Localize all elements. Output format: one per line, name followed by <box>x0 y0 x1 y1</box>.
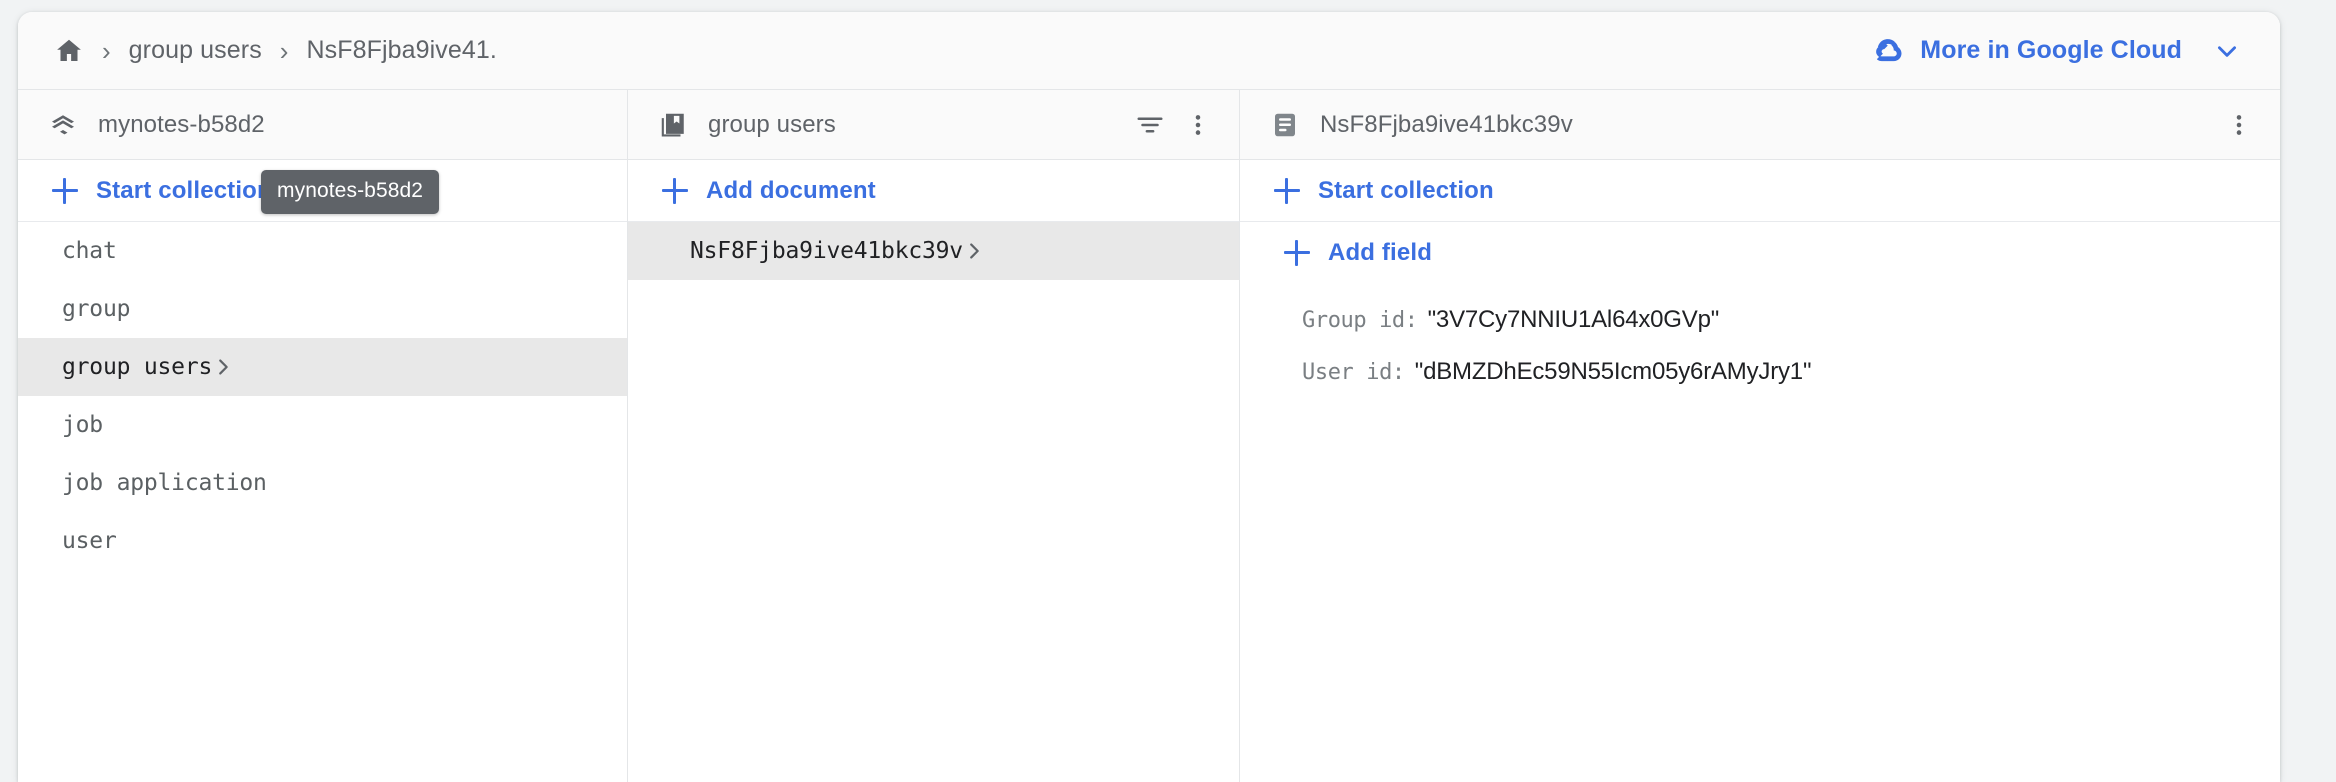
collection-name: job application <box>62 470 267 496</box>
more-vert-icon[interactable] <box>2226 110 2252 140</box>
home-icon[interactable] <box>54 36 84 66</box>
document-list: NsF8Fjba9ive41bkc39v <box>628 222 1239 782</box>
plus-icon <box>52 177 78 204</box>
document-panel: NsF8Fjba9ive41bkc39v Start collection Ad… <box>1240 90 2280 782</box>
list-item[interactable]: chat <box>18 222 627 280</box>
firestore-database-icon <box>48 110 98 140</box>
field-row[interactable]: Group id: "3V7Cy7NNIU1Al64x0GVp" <box>1240 294 2280 346</box>
breadcrumb-item-collection[interactable]: group users <box>129 36 262 65</box>
field-value: "3V7Cy7NNIU1Al64x0GVp" <box>1427 306 1720 333</box>
field-key: User id: <box>1302 359 1405 385</box>
collection-name: group users <box>62 354 213 380</box>
start-collection-label: Start collection <box>96 176 272 204</box>
more-vert-icon[interactable] <box>1185 110 1211 140</box>
add-document-button[interactable]: Add document <box>628 160 1239 222</box>
collection-panel-actions <box>1135 110 1211 140</box>
add-document-label: Add document <box>706 176 876 204</box>
breadcrumb: › group users › NsF8Fjba9ive41. <box>54 36 497 66</box>
document-icon <box>1270 110 1320 140</box>
chevron-right-icon <box>212 356 234 378</box>
add-field-button[interactable]: Add field <box>1240 222 2280 284</box>
document-panel-actions <box>2226 110 2252 140</box>
field-key: Group id: <box>1302 307 1418 333</box>
list-item[interactable]: job application <box>18 454 627 512</box>
collection-panel-title: group users <box>708 110 836 138</box>
collection-list: chat group group users job job applicati… <box>18 222 627 782</box>
collection-name: job <box>62 412 103 438</box>
field-row[interactable]: User id: "dBMZDhEc59N55Icm05y6rAMyJry1" <box>1240 346 2280 398</box>
collection-name: group <box>62 296 131 322</box>
list-item-selected[interactable]: group users <box>18 338 627 396</box>
document-id: NsF8Fjba9ive41bkc39v <box>690 238 963 264</box>
document-panel-title: NsF8Fjba9ive41bkc39v <box>1320 110 1573 138</box>
more-in-google-cloud-label: More in Google Cloud <box>1920 36 2182 64</box>
chevron-right-icon: › <box>279 35 289 66</box>
chevron-right-icon: › <box>102 35 111 66</box>
breadcrumb-bar: › group users › NsF8Fjba9ive41. More in … <box>18 12 2280 90</box>
database-panel-title: mynotes-b58d2 <box>98 110 265 138</box>
tooltip: mynotes-b58d2 <box>261 170 440 214</box>
list-item[interactable]: job <box>18 396 627 454</box>
more-in-google-cloud-button[interactable]: More in Google Cloud <box>1876 36 2246 66</box>
add-field-label: Add field <box>1328 239 1433 266</box>
chevron-down-icon[interactable] <box>2196 38 2240 64</box>
list-item-selected[interactable]: NsF8Fjba9ive41bkc39v <box>628 222 1239 280</box>
chevron-right-icon <box>963 240 985 262</box>
field-value: "dBMZDhEc59N55Icm05y6rAMyJry1" <box>1414 358 1812 385</box>
start-collection-label: Start collection <box>1318 176 1494 204</box>
collection-panel: group users Add document NsF8Fjba9ive41b… <box>628 90 1240 782</box>
start-collection-button[interactable]: Start collection <box>1240 160 2280 222</box>
plus-icon <box>1274 177 1300 204</box>
list-item[interactable]: group <box>18 280 627 338</box>
collection-icon <box>658 110 708 140</box>
plus-icon <box>1284 240 1310 266</box>
database-panel-header: mynotes-b58d2 <box>18 90 627 160</box>
collection-panel-header: group users <box>628 90 1239 160</box>
firestore-data-panel: › group users › NsF8Fjba9ive41. More in … <box>18 12 2280 782</box>
filter-icon[interactable] <box>1135 110 1165 140</box>
google-cloud-icon <box>1876 36 1906 66</box>
plus-icon <box>662 177 688 204</box>
document-panel-header: NsF8Fjba9ive41bkc39v <box>1240 90 2280 160</box>
collection-name: user <box>62 528 117 554</box>
collection-name: chat <box>62 238 117 264</box>
list-item[interactable]: user <box>18 512 627 570</box>
breadcrumb-item-document[interactable]: NsF8Fjba9ive41. <box>306 36 496 65</box>
field-list: Group id: "3V7Cy7NNIU1Al64x0GVp" User id… <box>1240 284 2280 782</box>
